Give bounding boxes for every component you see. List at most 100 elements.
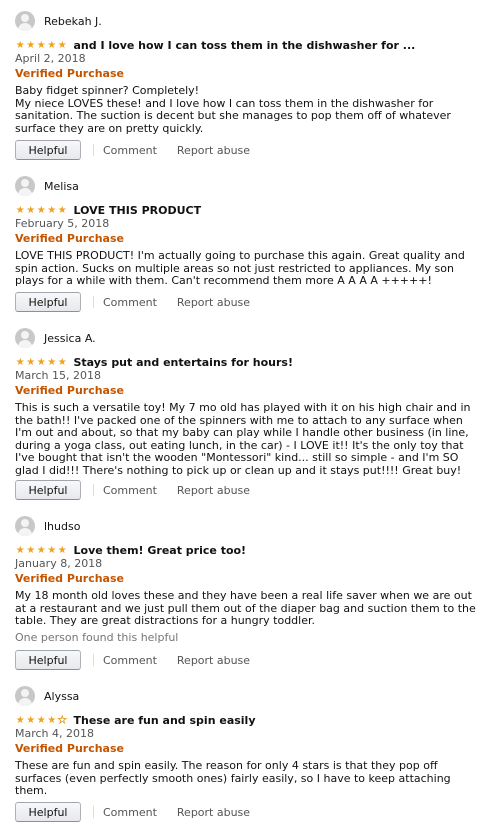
- report-abuse-link[interactable]: Report abuse: [177, 484, 250, 497]
- avatar-icon: [15, 328, 35, 348]
- review-date: April 2, 2018: [15, 52, 86, 65]
- helpful-button[interactable]: Helpful: [15, 650, 81, 670]
- avatar-body: [18, 23, 32, 31]
- avatar-body: [18, 188, 32, 196]
- star-filled-icon: ★: [26, 544, 36, 556]
- avatar-head: [21, 689, 29, 697]
- review-actions: Helpful Comment Report abuse: [15, 291, 250, 313]
- review-body-line: plays for a while with them. Can't recom…: [15, 274, 432, 287]
- verified-purchase-badge: Verified Purchase: [15, 572, 124, 585]
- avatar-head: [21, 331, 29, 339]
- reviewer-name[interactable]: Alyssa: [44, 690, 79, 703]
- star-filled-icon: ★: [36, 356, 46, 368]
- reviewer-name[interactable]: Jessica A.: [44, 332, 96, 345]
- comment-link[interactable]: Comment: [103, 654, 157, 667]
- review-body-line: I've bought that isn't the wooden "Monte…: [15, 451, 459, 464]
- review-body-line: surface they are on pretty quickly.: [15, 121, 204, 135]
- comment-link[interactable]: Comment: [103, 484, 157, 497]
- review-title[interactable]: Stays put and entertains for hours!: [74, 356, 293, 369]
- avatar-head: [21, 14, 29, 22]
- verified-purchase-badge: Verified Purchase: [15, 742, 124, 755]
- review-title[interactable]: These are fun and spin easily: [74, 714, 256, 727]
- helpful-button[interactable]: Helpful: [15, 802, 81, 822]
- star-filled-icon: ★: [47, 204, 57, 216]
- helpful-count-note: One person found this helpful: [15, 631, 179, 644]
- report-abuse-link[interactable]: Report abuse: [177, 806, 250, 819]
- star-filled-icon: ★: [26, 356, 36, 368]
- review-title[interactable]: Love them! Great price too!: [74, 544, 247, 557]
- helpful-button[interactable]: Helpful: [15, 292, 81, 312]
- report-abuse-link[interactable]: Report abuse: [177, 144, 250, 157]
- star-filled-icon: ★: [36, 544, 46, 556]
- review-body: LOVE THIS PRODUCT! I'm actually going to…: [15, 249, 477, 288]
- verified-purchase-badge: Verified Purchase: [15, 232, 124, 245]
- action-divider: [93, 654, 94, 666]
- star-rating[interactable]: ★ ★ ★ ★ ★: [15, 356, 68, 368]
- helpful-button[interactable]: Helpful: [15, 480, 81, 500]
- star-filled-icon: ★: [57, 544, 67, 556]
- star-filled-icon: ★: [47, 544, 57, 556]
- review-body-line: These are fun and spin easily. The reaso…: [15, 759, 438, 772]
- star-filled-icon: ★: [47, 356, 57, 368]
- reviewer-profile[interactable]: Jessica A.: [15, 327, 96, 349]
- review-body-line: table. They are great distractions for a…: [15, 614, 316, 627]
- review-title-row: ★ ★ ★ ★ ★ LOVE THIS PRODUCT: [15, 203, 201, 218]
- review-body-line: My 18 month old loves these and they hav…: [15, 589, 472, 602]
- star-filled-icon: ★: [47, 39, 57, 51]
- star-filled-icon: ★: [15, 544, 25, 556]
- avatar-body: [18, 528, 32, 536]
- reviewer-profile[interactable]: Alyssa: [15, 685, 79, 707]
- action-divider: [93, 484, 94, 496]
- action-divider: [93, 144, 94, 156]
- avatar-body: [18, 340, 32, 348]
- star-filled-icon: ★: [47, 714, 57, 726]
- review-body: My 18 month old loves these and they hav…: [15, 589, 477, 628]
- avatar-icon: [15, 11, 35, 31]
- reviewer-profile[interactable]: Melisa: [15, 175, 79, 197]
- report-abuse-link[interactable]: Report abuse: [177, 654, 250, 667]
- helpful-button[interactable]: Helpful: [15, 140, 81, 160]
- comment-link[interactable]: Comment: [103, 806, 157, 819]
- star-rating[interactable]: ★ ★ ★ ★ ★: [15, 544, 68, 556]
- star-filled-icon: ★: [15, 39, 25, 51]
- action-divider: [93, 296, 94, 308]
- star-filled-icon: ★: [57, 39, 67, 51]
- star-filled-icon: ★: [57, 204, 67, 216]
- review-title[interactable]: and I love how I can toss them in the di…: [74, 39, 416, 52]
- review-actions: Helpful Comment Report abuse: [15, 649, 250, 671]
- review-actions: Helpful Comment Report abuse: [15, 139, 250, 161]
- reviewer-profile[interactable]: lhudso: [15, 515, 80, 537]
- reviewer-profile[interactable]: Rebekah J.: [15, 10, 102, 32]
- comment-link[interactable]: Comment: [103, 144, 157, 157]
- review-body-line: sanitation. The suction is decent but sh…: [15, 109, 451, 122]
- review-body: These are fun and spin easily. The reaso…: [15, 759, 477, 798]
- review-body-line: Baby fidget spinner? Completely!: [15, 84, 200, 97]
- star-filled-icon: ★: [15, 356, 25, 368]
- report-abuse-link[interactable]: Report abuse: [177, 296, 250, 309]
- review-date: March 4, 2018: [15, 727, 95, 740]
- star-filled-icon: ★: [57, 356, 67, 368]
- star-rating[interactable]: ★ ★ ★ ★ ★: [15, 714, 68, 726]
- review-date: March 15, 2018: [15, 369, 102, 382]
- star-rating[interactable]: ★ ★ ★ ★ ★: [15, 39, 68, 51]
- verified-purchase-badge: Verified Purchase: [15, 67, 124, 80]
- reviewer-name[interactable]: lhudso: [44, 520, 80, 533]
- comment-link[interactable]: Comment: [103, 296, 157, 309]
- avatar-body: [18, 698, 32, 706]
- avatar-head: [21, 179, 29, 187]
- review-body: Baby fidget spinner? Completely! My niece…: [15, 84, 477, 135]
- star-filled-icon: ★: [26, 714, 36, 726]
- avatar-icon: [15, 686, 35, 706]
- review-actions: Helpful Comment Report abuse: [15, 479, 250, 501]
- avatar-icon: [15, 516, 35, 536]
- star-rating[interactable]: ★ ★ ★ ★ ★: [15, 204, 68, 216]
- star-filled-icon: ★: [36, 204, 46, 216]
- reviewer-name[interactable]: Rebekah J.: [44, 15, 102, 28]
- action-divider: [93, 806, 94, 818]
- avatar-head: [21, 519, 29, 527]
- review-body-line: I'm out and about, so that my baby can p…: [15, 426, 469, 439]
- star-filled-icon: ★: [26, 204, 36, 216]
- review-title[interactable]: LOVE THIS PRODUCT: [74, 204, 202, 217]
- reviewer-name[interactable]: Melisa: [44, 180, 79, 193]
- review-date: January 8, 2018: [15, 557, 103, 570]
